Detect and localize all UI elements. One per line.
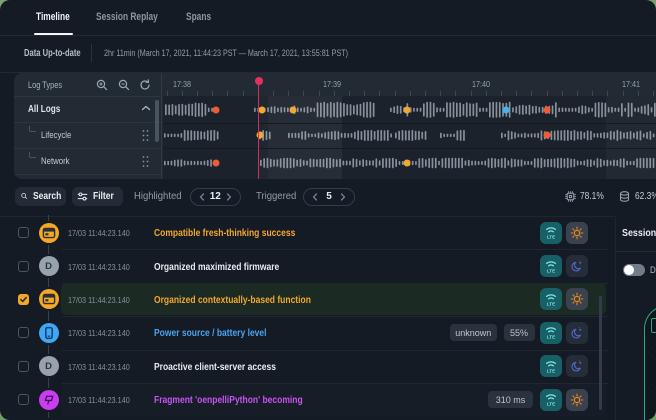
svg-text:LTE: LTE [547,301,555,306]
svg-text:LTE: LTE [547,235,555,240]
svg-text:LTE: LTE [547,368,555,373]
svg-text:LTE: LTE [547,335,555,340]
svg-text:LTE: LTE [547,402,555,407]
svg-text:LTE: LTE [547,268,555,273]
